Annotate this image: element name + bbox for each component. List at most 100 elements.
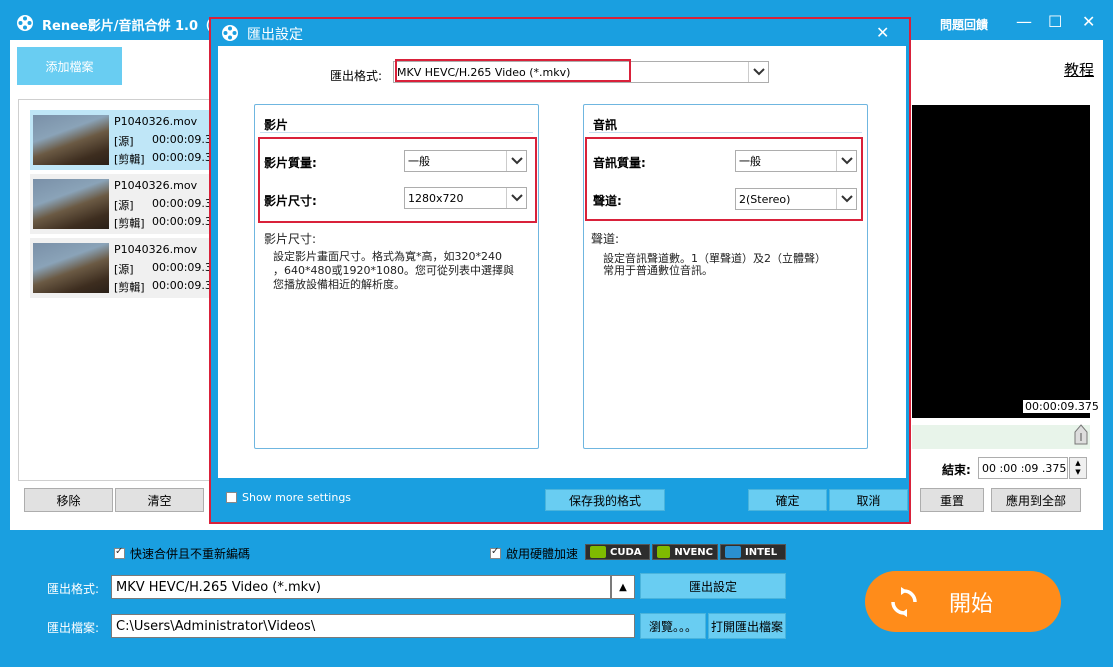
triangle-up-icon[interactable]: ▲ [619,582,627,593]
add-file-button[interactable]: 添加檔案 [17,47,122,85]
end-label: 結束: [942,463,971,477]
fast-merge-label: 快速合併且不重新編碼 [130,547,251,561]
audio-quality-label: 音訊質量: [593,156,646,170]
video-desc-line2: ，640*480或1920*1080。您可從列表中選擇與 [273,264,514,277]
clip-time: 00:00:09.37 [152,151,210,164]
fast-merge-checkbox[interactable]: 快速合併且不重新編碼 [114,545,250,562]
spin-down-icon[interactable]: ▼ [1075,468,1080,477]
audio-desc-title: 聲道: [591,232,620,246]
minimize-button[interactable]: — [1016,12,1032,31]
divider [589,132,862,133]
dialog-close-button[interactable]: ✕ [876,23,889,42]
export-settings-button[interactable]: 匯出設定 [640,573,786,599]
show-more-checkbox[interactable]: Show more settings [226,491,351,504]
video-group-title: 影片 [264,118,289,132]
file-item[interactable]: P1040326.mov [源] 00:00:09.37 [剪輯] 00:00:… [30,174,210,234]
open-output-folder-button[interactable]: 打開匯出檔案 [708,613,786,639]
video-size-label: 影片尺寸: [264,194,317,208]
timeline-handle-icon[interactable] [1073,424,1089,446]
hw-accel-label: 啟用硬體加速 [506,547,579,561]
nvenc-badge: NVENC [652,544,718,560]
checkbox-icon[interactable] [490,546,501,559]
browse-button[interactable]: 瀏覽。。。 [640,613,706,639]
show-more-label: Show more settings [242,491,352,504]
audio-channel-label: 聲道: [593,194,622,208]
source-time: 00:00:09.37 [152,197,210,210]
clip-time: 00:00:09.37 [152,215,210,228]
intel-badge: INTEL [720,544,786,560]
audio-desc-line2: 常用于普通數位音訊。 [603,264,713,277]
divider [260,132,533,133]
timeline-track[interactable] [912,425,1090,449]
output-format-field[interactable]: MKV HEVC/H.265 Video (*.mkv) [111,575,611,599]
clip-time: 00:00:09.37 [152,279,210,292]
start-button[interactable]: 開始 [865,571,1061,632]
output-format-value: MKV HEVC/H.265 Video (*.mkv) [116,579,321,595]
video-size-value: 1280x720 [408,191,464,205]
output-file-label: 匯出檔案: [47,621,100,635]
file-item[interactable]: P1040326.mov [源] 00:00:09.37 [剪輯] 00:00:… [30,110,210,170]
cancel-button[interactable]: 取消 [829,489,908,511]
ok-button[interactable]: 確定 [748,489,827,511]
output-format-label: 匯出格式: [47,582,100,596]
preview-time: 00:00:09.375 [1023,400,1101,413]
checkbox-icon[interactable] [114,546,125,559]
close-button[interactable]: ✕ [1082,12,1095,31]
start-label: 開始 [949,591,994,617]
nvenc-label: NVENC [674,546,713,558]
file-item[interactable]: P1040326.mov [源] 00:00:09.37 [剪輯] 00:00:… [30,238,210,298]
audio-channel-dropdown[interactable]: 2(Stereo) [735,188,857,210]
cuda-label: CUDA [610,546,642,558]
video-desc-title: 影片尺寸: [264,232,317,246]
clip-label: [剪輯] [114,153,145,166]
format-dropdown-toggle[interactable]: ▲ [611,575,635,599]
video-preview [912,105,1090,418]
apply-all-button[interactable]: 應用到全部 [991,488,1081,512]
video-thumbnail [33,179,109,229]
format-label: 匯出格式: [330,69,383,83]
intel-label: INTEL [745,546,778,558]
video-size-dropdown[interactable]: 1280x720 [404,187,527,209]
chevron-down-icon[interactable] [506,188,526,208]
video-quality-value: 一般 [408,155,430,168]
nvidia-icon [657,546,671,558]
end-time-value: 00 :00 :09 .375 [982,461,1067,475]
source-label: [源] [114,135,134,148]
reset-button[interactable]: 重置 [920,488,984,512]
spin-up-icon[interactable]: ▲ [1075,459,1080,468]
file-name: P1040326.mov [114,243,198,256]
format-highlight [395,59,631,82]
chevron-down-icon[interactable] [506,151,526,171]
clear-button[interactable]: 清空 [115,488,204,512]
clip-label: [剪輯] [114,281,145,294]
audio-quality-dropdown[interactable]: 一般 [735,150,857,172]
help-feedback-link[interactable]: 問題回饋 [940,16,988,33]
save-format-button[interactable]: 保存我的格式 [545,489,665,511]
remove-button[interactable]: 移除 [24,488,113,512]
video-thumbnail [33,115,109,165]
hw-accel-checkbox[interactable]: 啟用硬體加速 [490,545,578,562]
output-path-value: C:\Users\Administrator\Videos\ [116,618,316,634]
output-path-field[interactable]: C:\Users\Administrator\Videos\ [111,614,635,638]
end-time-field[interactable]: 00 :00 :09 .375 [978,457,1068,479]
video-thumbnail [33,243,109,293]
file-name: P1040326.mov [114,179,198,192]
app-logo-icon [16,14,34,32]
intel-icon [725,546,741,558]
nvidia-icon [590,546,606,558]
tutorial-link[interactable]: 教程 [1064,59,1094,80]
source-time: 00:00:09.37 [152,261,210,274]
video-quality-label: 影片質量: [264,156,317,170]
chevron-down-icon[interactable] [836,189,856,209]
chevron-down-icon[interactable] [836,151,856,171]
chevron-down-icon[interactable] [748,62,768,82]
refresh-icon [889,586,919,617]
dialog-logo-icon [221,24,239,42]
video-quality-dropdown[interactable]: 一般 [404,150,527,172]
end-time-spinner[interactable]: ▲ ▼ [1069,457,1087,479]
source-label: [源] [114,199,134,212]
cuda-badge: CUDA [585,544,650,560]
source-time: 00:00:09.37 [152,133,210,146]
checkbox-icon[interactable] [226,492,237,503]
maximize-button[interactable]: ☐ [1048,12,1062,31]
